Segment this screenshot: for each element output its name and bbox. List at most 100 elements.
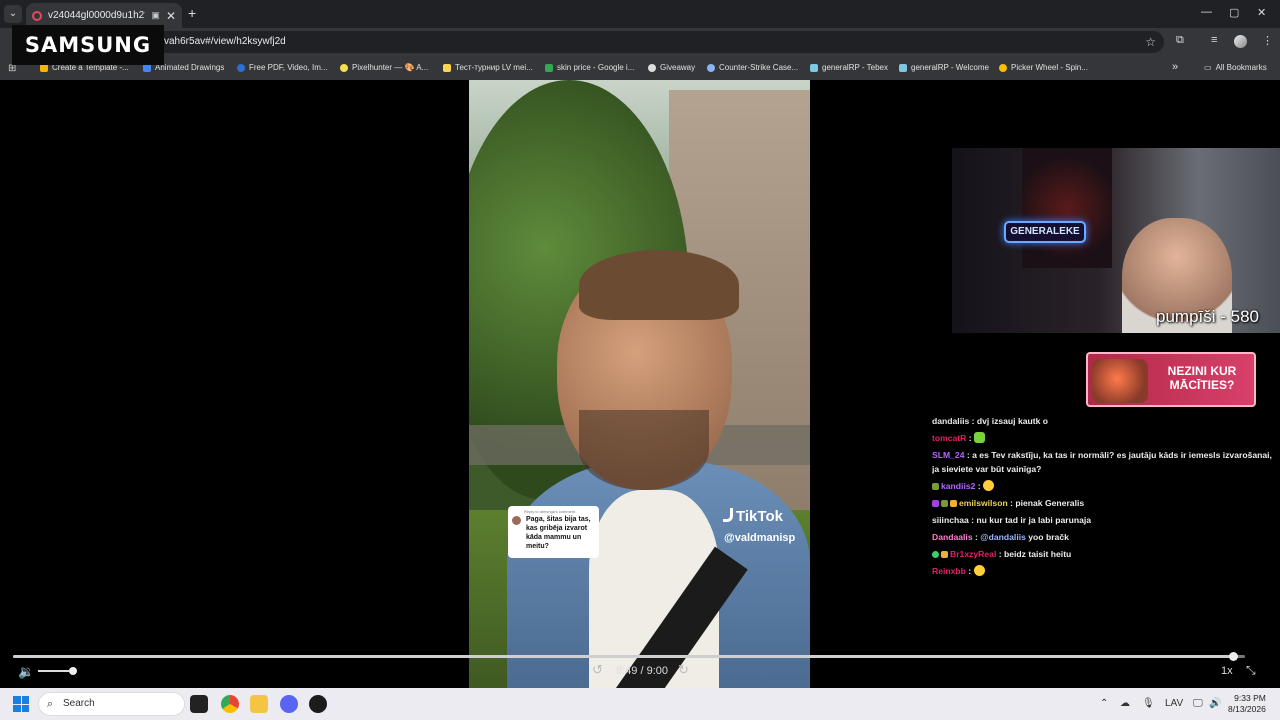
volume-icon[interactable]: 🔉	[18, 664, 34, 680]
bookmark-icon	[810, 63, 818, 72]
chat-text-after: yoo bračk	[1025, 532, 1069, 542]
chat-text: :	[975, 481, 984, 491]
gem-badge-icon	[932, 500, 939, 507]
windows-taskbar: ⌕ Search ⌃ ☁ 🎙 LAV 🖵 🔊 9:33 PM 8/13/2026	[0, 688, 1280, 720]
file-explorer-icon[interactable]	[250, 695, 268, 713]
chat-message: tomcatR :	[932, 430, 1280, 447]
samsung-logo-overlay: SAMSUNG	[12, 25, 164, 65]
media-control-icon[interactable]: ≡	[1211, 34, 1217, 46]
keyboard-language[interactable]: LAV	[1165, 698, 1183, 709]
system-clock[interactable]: 9:33 PM 8/13/2026	[1228, 693, 1266, 715]
bookmark-icon	[340, 63, 348, 72]
emoji-emote-icon	[983, 480, 995, 491]
playback-time: 8:49 / 9:00	[616, 665, 668, 677]
minimize-button[interactable]: —	[1201, 6, 1212, 18]
playback-speed-button[interactable]: 1x	[1221, 665, 1233, 677]
close-window-button[interactable]: ✕	[1257, 6, 1266, 19]
frog-emote-icon	[974, 432, 986, 443]
bookmark-icon	[648, 63, 656, 72]
profile-avatar[interactable]	[1234, 35, 1247, 48]
bookmark-star-icon[interactable]: ☆	[1145, 31, 1156, 53]
seek-progress	[13, 655, 1233, 658]
chat-message: SLM_24 : a es Tev rakstīju, ka tas ir no…	[932, 447, 1280, 478]
emoji-emote-icon	[973, 565, 985, 576]
chat-username: SLM_24	[932, 450, 965, 460]
webcam-red-light	[1022, 148, 1112, 268]
chat-overlay: dandaliis : dvj izsauj kautk o tomcatR :…	[932, 413, 1280, 580]
sword-badge-icon	[932, 483, 939, 490]
chat-message: Dandaalis : @dandaliis yoo bračk	[932, 529, 1280, 546]
extensions-icon[interactable]: ⧉	[1176, 34, 1184, 47]
task-view-icon[interactable]	[190, 695, 208, 713]
bookmark-icon	[443, 63, 451, 72]
bookmark-counter-strike[interactable]: Counter-Strike Case...	[707, 63, 798, 72]
chat-text: : dvj izsauj kautk o	[969, 416, 1049, 426]
more-bookmarks-icon[interactable]: »	[1172, 61, 1178, 73]
bookmark-free-pdf[interactable]: Free PDF, Video, Im...	[237, 63, 328, 72]
bookmark-pixelhunter[interactable]: Pixelhunter — 🎨 A...	[340, 63, 428, 72]
url-text: vah6r5av#/view/h2ksywfj2d	[164, 36, 286, 47]
new-tab-button[interactable]: +	[188, 5, 196, 21]
tiktok-watermark: TikTok	[723, 508, 783, 525]
owl-mascot-icon	[1092, 359, 1148, 403]
restore-button[interactable]: ▢	[1229, 6, 1239, 19]
steam-app-icon[interactable]	[309, 695, 327, 713]
chat-message: siiinchaa : nu kur tad ir ja labi paruna…	[932, 512, 1280, 529]
seek-bar[interactable]	[13, 652, 1245, 661]
address-bar[interactable]: vah6r5av#/view/h2ksywfj2d ☆	[150, 31, 1164, 53]
green-badge-icon	[932, 551, 939, 558]
search-icon: ⌕	[47, 698, 54, 710]
bookmarks-bar: ⊞ Create a Template -... Animated Drawin…	[0, 56, 1280, 80]
chat-username: siiinchaa	[932, 515, 969, 525]
speaker-icon[interactable]: 🔊	[1209, 698, 1221, 709]
bookmark-generalrp-welcome[interactable]: generalRP - Welcome	[899, 63, 989, 72]
clock-time: 9:33 PM	[1234, 693, 1266, 703]
bookmark-skin-price[interactable]: skin price - Google i...	[545, 63, 634, 72]
tab-favicon-icon	[32, 10, 42, 21]
chat-text: :	[966, 433, 975, 443]
reply-text: Paga, šitas bija tas, kas gribēja izvaro…	[526, 516, 591, 550]
menu-icon[interactable]: ⋮	[1262, 34, 1273, 47]
discord-icon[interactable]	[280, 695, 298, 713]
seek-handle[interactable]	[1228, 652, 1238, 661]
commenter-avatar	[512, 516, 521, 525]
windows-start-icon[interactable]	[13, 696, 29, 712]
bookmark-generalrp-tebex[interactable]: generalRP - Tebex	[810, 63, 888, 72]
counter-overlay: pumpīši - 580	[1156, 307, 1259, 326]
exit-fullscreen-icon[interactable]: ⤡	[1246, 663, 1256, 678]
chat-text: : beidz taisit heitu	[996, 549, 1072, 559]
microphone-icon[interactable]: 🎙	[1142, 698, 1155, 709]
chat-text: : pienak Generalis	[1007, 498, 1085, 508]
tab-title: v24044gl0000d9u1h2fog65	[48, 10, 145, 21]
bookmark-giveaway[interactable]: Giveaway	[648, 63, 695, 72]
rewind-icon[interactable]: ↺	[592, 662, 603, 678]
bookmark-icon	[545, 63, 553, 72]
crown-badge-icon	[950, 500, 957, 507]
bookmark-test-tournament[interactable]: Тест-турнир LV mei...	[443, 63, 533, 72]
chat-username: Dandaalis	[932, 532, 973, 542]
volume-handle[interactable]	[69, 667, 77, 675]
tab-strip: ⌄ v24044gl0000d9u1h2fog65 ▣ ✕ + — ▢ ✕	[0, 0, 1280, 28]
forward-icon[interactable]: ↻	[678, 662, 689, 678]
neon-sign: GENERALEKE	[1004, 221, 1086, 243]
network-icon[interactable]: 🖵	[1193, 698, 1203, 709]
all-bookmarks-button[interactable]: ▭ All Bookmarks	[1204, 63, 1267, 72]
browser-toolbar: vah6r5av#/view/h2ksywfj2d ☆	[0, 28, 1280, 56]
tiktok-video: Reply to aimyriga's comment Paga, šitas …	[469, 80, 810, 688]
bookmark-icon	[237, 63, 245, 72]
chat-username: dandaliis	[932, 416, 970, 426]
picture-in-picture-icon[interactable]: ▣	[151, 10, 160, 21]
chrome-icon[interactable]	[221, 695, 239, 713]
tab-search-button[interactable]: ⌄	[4, 5, 22, 23]
video-beard	[579, 410, 709, 490]
tray-overflow-icon[interactable]: ⌃	[1100, 698, 1108, 709]
close-tab-icon[interactable]: ✕	[166, 9, 176, 23]
search-placeholder: Search	[63, 698, 95, 709]
sponsor-text: NEZINI KUR MĀCĪTIES?	[1167, 364, 1237, 392]
chat-text: : nu kur tad ir ja labi parunaja	[968, 515, 1092, 525]
chat-message: Reinxbb :	[932, 563, 1280, 580]
taskbar-search[interactable]: ⌕ Search	[38, 692, 185, 716]
cloud-icon[interactable]: ☁	[1120, 698, 1130, 709]
bookmark-picker-wheel[interactable]: Picker Wheel - Spin...	[999, 63, 1088, 72]
bookmark-icon	[899, 63, 907, 72]
